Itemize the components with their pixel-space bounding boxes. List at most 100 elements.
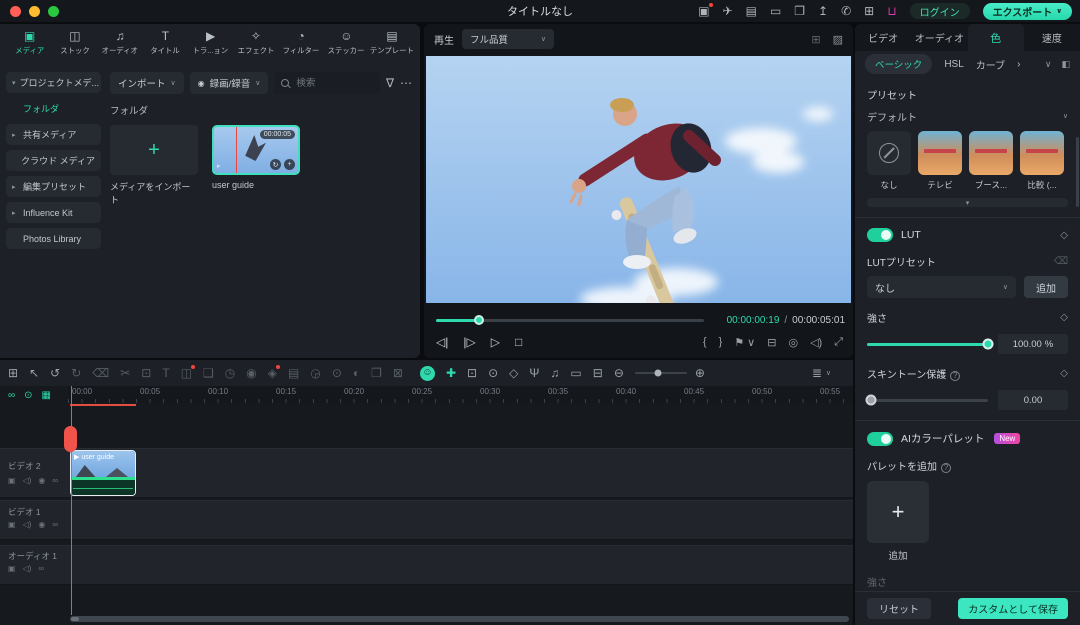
timeline-clip[interactable]: ▶ user guide [70,450,136,496]
compare-icon[interactable]: ◧ [1061,59,1070,70]
lut-keyframe-icon[interactable]: ◇ [1060,230,1068,241]
lock-icon[interactable]: ▣ [8,476,16,485]
crop-icon[interactable]: ⊡ [141,367,151,379]
volume-button[interactable]: ◁) [810,336,822,349]
lock-icon[interactable]: ▣ [8,564,16,573]
scope-icon[interactable]: ▨ [833,33,843,46]
mixer-icon[interactable]: ♫ [550,367,559,379]
lut-skin-value[interactable]: 0.00 [998,390,1068,410]
cart-icon[interactable]: ⊔ [887,5,896,17]
palette-add-tile[interactable]: + [867,481,929,543]
timeline-hscrollbar[interactable] [70,616,849,622]
lut-preset-select[interactable]: なし∨ [867,276,1016,298]
play-button[interactable]: ▷ [491,335,500,349]
preset-expand-button[interactable]: ▾ [867,198,1068,207]
select-icon[interactable]: ↖ [29,367,39,379]
subtitle-icon[interactable]: ⊟ [593,367,603,379]
sidebar-item-influence-kit[interactable]: ▸Influence Kit [6,202,101,223]
mute-icon[interactable]: ◁) [23,564,32,573]
lut-strength-slider[interactable] [867,343,988,346]
fullscreen-button[interactable]: ⤢ [834,336,843,349]
hide-icon[interactable]: ◉ [38,476,45,485]
preset-dropdown[interactable]: デフォルト∨ [867,108,1068,124]
promote-icon[interactable]: ✈ [723,5,733,17]
sidebar-item-photos-library[interactable]: Photos Library [6,228,101,249]
link-icon[interactable]: ∞ [52,476,58,485]
tab-audio[interactable]: ♫オーディオ [99,29,142,60]
adjust-icon[interactable]: ▤ [288,367,299,379]
preset-tv[interactable] [918,131,962,175]
preset-none[interactable] [867,131,911,175]
timeline-zoom-slider[interactable] [635,372,687,374]
save-icon[interactable]: ❐ [794,5,805,17]
redo-icon[interactable]: ↻ [71,367,81,379]
track-height-icon[interactable]: ≣ [812,367,822,379]
zoom-out-icon[interactable]: ⊖ [614,367,624,379]
next-frame-button[interactable]: |▷ [463,335,475,349]
lut-skin-keyframe-icon[interactable]: ◇ [1060,368,1068,379]
link-icon[interactable]: ∞ [52,520,58,529]
sidebar-item-cloud-media[interactable]: クラウド メディア [6,150,101,171]
snapshot-icon[interactable]: ⊡ [467,367,477,379]
mute-icon[interactable]: ◁) [23,520,32,529]
export-button[interactable]: エクスポート∨ [983,3,1072,20]
tab-title[interactable]: Tタイトル [144,29,187,60]
quality-dropdown[interactable]: フル品質∨ [462,29,554,49]
workspace-icon[interactable]: ▭ [770,5,781,17]
timeline-ruler[interactable]: 00:0000:0500:1000:1500:2000:2500:3000:35… [68,386,853,403]
track-lane-video1[interactable] [0,500,853,540]
freeze-icon[interactable]: ⊠ [393,367,403,379]
playhead[interactable] [71,386,72,615]
lut-strength-value[interactable]: 100.00% [998,334,1068,354]
chroma-key-icon[interactable]: ◐ [353,367,360,379]
split-icon[interactable]: ◫ [181,367,192,379]
stop-button[interactable]: □ [515,335,522,349]
mark-in-button[interactable]: { [703,336,707,348]
record-icon[interactable]: ⊙ [488,367,498,379]
screen-record-icon[interactable]: ▭ [570,367,581,379]
motion-track-icon[interactable]: ⊙ [332,367,342,379]
import-media-tile[interactable]: + [110,125,198,175]
grid-view-icon[interactable]: ⊞ [811,33,820,46]
zoom-slider-handle[interactable] [655,370,662,377]
sync-icon[interactable]: ↻ [270,159,281,170]
delete-icon[interactable]: ⌫ [92,367,109,379]
collapse-icon[interactable]: ∨ [1045,59,1052,70]
tab-stock[interactable]: ◫ストック [53,29,96,60]
upload-icon[interactable]: ↥ [818,5,828,17]
marker-button[interactable]: ⚑ ∨ [734,336,755,349]
seek-handle[interactable] [474,315,484,325]
undo-icon[interactable]: ↺ [50,367,60,379]
record-dropdown[interactable]: ◉録画/録音∨ [190,72,269,94]
add-to-timeline-icon[interactable]: + [284,159,295,170]
subtab-more-icon[interactable]: › [1017,59,1020,70]
link-icon[interactable]: ∞ [38,564,44,573]
lut-skin-slider[interactable] [867,399,988,402]
panel-scrollbar[interactable] [1076,137,1079,207]
tab-color[interactable]: 色 [968,24,1024,51]
subtab-basic[interactable]: ベーシック [865,54,932,74]
ai-palette-toggle[interactable] [867,432,893,446]
trash-icon[interactable]: ⌫ [1054,256,1068,267]
ripple-link-icon[interactable]: ∞ [8,390,15,401]
more-icon[interactable]: ⋯ [400,77,412,89]
sidebar-item-project-media[interactable]: ▾プロジェクトメデ... [6,72,101,93]
import-dropdown[interactable]: インポート∨ [110,72,184,94]
prev-frame-button[interactable]: ◁| [436,335,448,349]
preset-boost[interactable] [969,131,1013,175]
ai-assistant-icon[interactable]: ☺ [420,366,435,381]
mute-icon[interactable]: ◁) [23,476,32,485]
text-icon[interactable]: T [162,367,169,379]
tab-media[interactable]: ▣メディア [8,29,51,60]
duration-icon[interactable]: ◶ [310,367,320,379]
tab-video[interactable]: ビデオ [855,24,911,51]
tab-effect[interactable]: ✧エフェクト [234,29,277,60]
keyframe-follow-icon[interactable]: ⊙ [24,390,32,401]
snapshot-button[interactable]: ◎ [788,336,798,349]
tab-sticker[interactable]: ☺ステッカー [325,29,368,60]
display-button[interactable]: ⊟ [767,336,776,349]
sidebar-item-shared-media[interactable]: ▸共有メディア [6,124,101,145]
keyframe-icon[interactable]: ◈ [268,367,277,379]
hide-icon[interactable]: ◉ [38,520,45,529]
search-input[interactable] [294,77,373,90]
